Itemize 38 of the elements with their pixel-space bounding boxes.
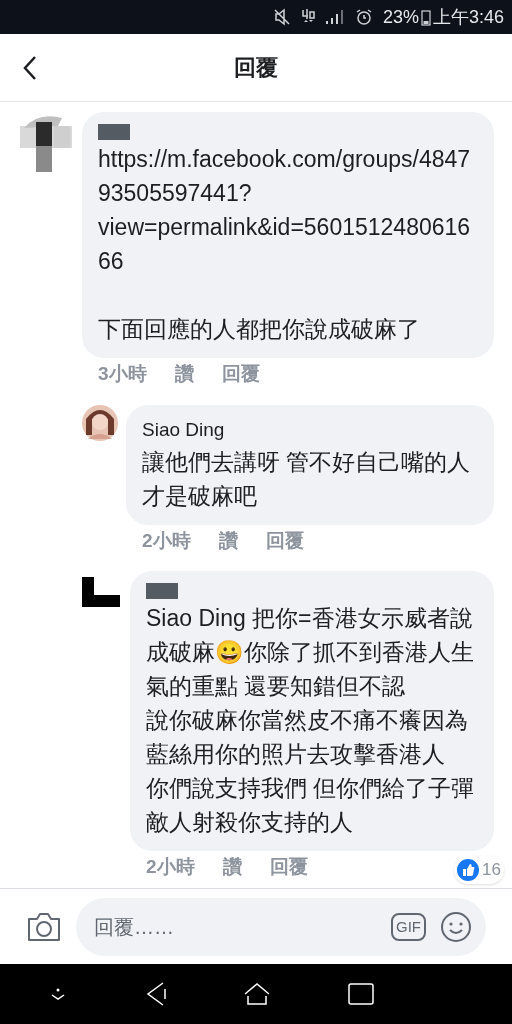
reply-link[interactable]: 回覆 — [221, 360, 260, 389]
mute-icon — [272, 8, 291, 26]
reply-field[interactable]: 回覆…… GIF — [76, 897, 486, 956]
avatar — [82, 404, 118, 441]
like-link[interactable]: 讚 — [222, 853, 242, 882]
battery-percent: 23% — [382, 5, 419, 29]
redaction-mark — [146, 583, 178, 599]
home-icon[interactable] — [243, 982, 272, 1006]
comment-text: 你們說支持我們 但你們給了子彈敵人射殺你支持的人 — [146, 774, 476, 837]
comment-text: 說你破麻你當然皮不痛不癢因為藍絲用你的照片去攻擊香港人 — [146, 706, 469, 769]
alarm-icon — [354, 8, 373, 26]
comment-time: 3小時 — [98, 362, 147, 386]
comment-time: 2小時 — [142, 528, 191, 553]
like-link[interactable]: 讚 — [218, 526, 238, 555]
comment-time: 2小時 — [146, 855, 195, 879]
battery-icon — [420, 8, 431, 26]
redaction-mark — [98, 124, 130, 140]
signal-icon — [324, 9, 345, 25]
reaction-count: 16 — [454, 856, 504, 884]
gif-button[interactable]: GIF — [391, 912, 426, 941]
back-nav-icon[interactable] — [144, 981, 167, 1007]
reply-link[interactable]: 回覆 — [269, 853, 308, 882]
redaction-mark — [82, 577, 122, 607]
comment-text: https://m.facebook.com/groups/484793505597441?view=permalink&id=560151248061666 — [98, 145, 472, 276]
recent-apps-icon[interactable] — [347, 983, 374, 1005]
comment-text: Siao Ding 把你=香港女示威者說成破麻😀你除了抓不到香港人生氣的重點 還要知錯但不認 — [146, 604, 475, 701]
camera-icon — [26, 910, 62, 943]
camera-button[interactable] — [26, 910, 62, 943]
thumbs-up-icon — [457, 858, 480, 881]
comment-text: 讓他們去講呀 管不好自己嘴的人才是破麻吧 — [142, 447, 472, 511]
reply-link[interactable]: 回覆 — [265, 526, 304, 555]
clock: 上午3:46 — [432, 5, 504, 29]
like-link[interactable]: 讚 — [174, 360, 194, 389]
commenter-name[interactable]: Siao Ding — [142, 414, 478, 445]
page-title: 回覆 — [234, 54, 278, 82]
back-icon — [23, 55, 37, 81]
emoji-icon[interactable] — [440, 910, 472, 943]
comment-text: 下面回應的人都把你說成破麻了 — [98, 315, 421, 344]
